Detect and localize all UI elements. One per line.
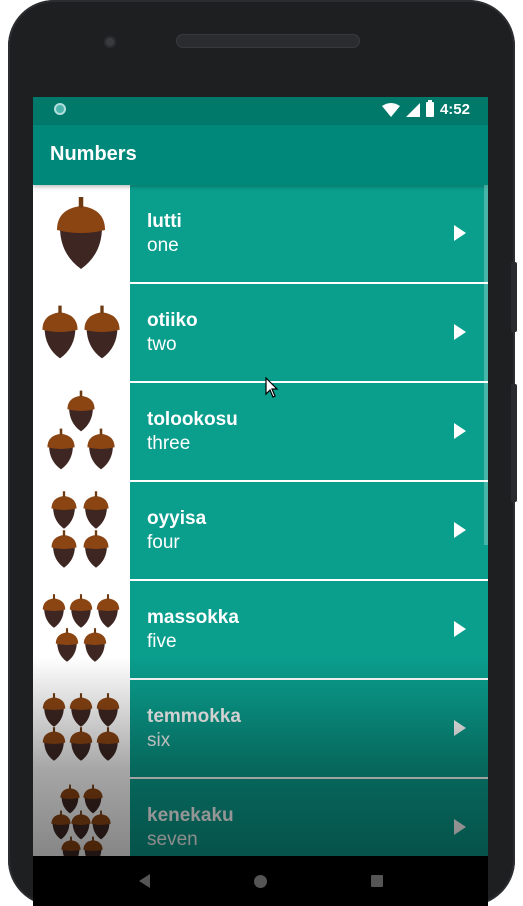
item-image [33, 284, 130, 381]
english-translation: seven [147, 829, 198, 850]
power-button [511, 262, 517, 332]
play-arrow-icon[interactable] [454, 720, 466, 736]
app-bar: Numbers [33, 125, 488, 185]
english-translation: five [147, 631, 177, 652]
english-translation: three [147, 433, 191, 454]
item-texts: otiiko two [130, 284, 198, 381]
home-icon[interactable] [253, 874, 267, 888]
english-translation: four [147, 532, 180, 553]
cell-signal-icon [405, 102, 420, 117]
volume-button [511, 384, 517, 502]
item-image [33, 185, 130, 282]
status-bar: 4:52 [33, 97, 488, 125]
list-item[interactable]: otiiko two [33, 284, 488, 383]
miwok-word: kenekaku [147, 805, 234, 826]
scrollbar[interactable] [484, 185, 488, 545]
miwok-word: tolookosu [147, 409, 238, 430]
play-arrow-icon[interactable] [454, 324, 466, 340]
list-item[interactable]: oyyisa four [33, 482, 488, 581]
page-title: Numbers [50, 143, 137, 165]
item-texts: oyyisa four [130, 482, 206, 579]
app-screen: 4:52 Numbers lutti one otiiko two tolook… [33, 97, 488, 906]
miwok-word: massokka [147, 607, 239, 628]
status-time: 4:52 [439, 101, 470, 118]
wifi-icon [381, 102, 400, 117]
list-item[interactable]: tolookosu three [33, 383, 488, 482]
mouse-cursor-icon [265, 377, 279, 398]
miwok-word: lutti [147, 211, 182, 232]
item-image [33, 581, 130, 678]
item-texts: tolookosu three [130, 383, 238, 480]
status-icons: 4:52 [381, 100, 470, 118]
play-arrow-icon[interactable] [454, 225, 466, 241]
numbers-list[interactable]: lutti one otiiko two tolookosu three oyy… [33, 185, 488, 878]
miwok-word: temmokka [147, 706, 241, 727]
list-item[interactable]: lutti one [33, 185, 488, 284]
item-texts: lutti one [130, 185, 182, 282]
acorn-icon [42, 693, 120, 761]
play-arrow-icon[interactable] [454, 522, 466, 538]
play-arrow-icon[interactable] [454, 819, 466, 835]
earpiece-speaker [176, 34, 360, 48]
acorn-icon [47, 390, 115, 470]
list-item[interactable]: temmokka six [33, 680, 488, 779]
play-arrow-icon[interactable] [454, 621, 466, 637]
back-icon[interactable] [138, 874, 150, 888]
miwok-word: oyyisa [147, 508, 207, 529]
miwok-word: otiiko [147, 310, 198, 331]
english-translation: six [147, 730, 171, 751]
item-image [33, 680, 130, 777]
item-image [33, 482, 130, 579]
notification-icon [54, 103, 66, 115]
acorn-icon [51, 491, 109, 568]
english-translation: two [147, 334, 177, 355]
acorn-icon [42, 305, 120, 359]
list-item[interactable]: massokka five [33, 581, 488, 680]
item-image [33, 383, 130, 480]
acorn-icon [42, 594, 120, 662]
front-camera [104, 36, 116, 48]
acorn-icon [57, 197, 105, 269]
english-translation: one [147, 235, 179, 256]
system-nav-bar [33, 856, 488, 906]
item-texts: massokka five [130, 581, 239, 678]
item-texts: temmokka six [130, 680, 241, 777]
recents-icon[interactable] [370, 875, 383, 887]
play-arrow-icon[interactable] [454, 423, 466, 439]
battery-icon [425, 100, 434, 117]
